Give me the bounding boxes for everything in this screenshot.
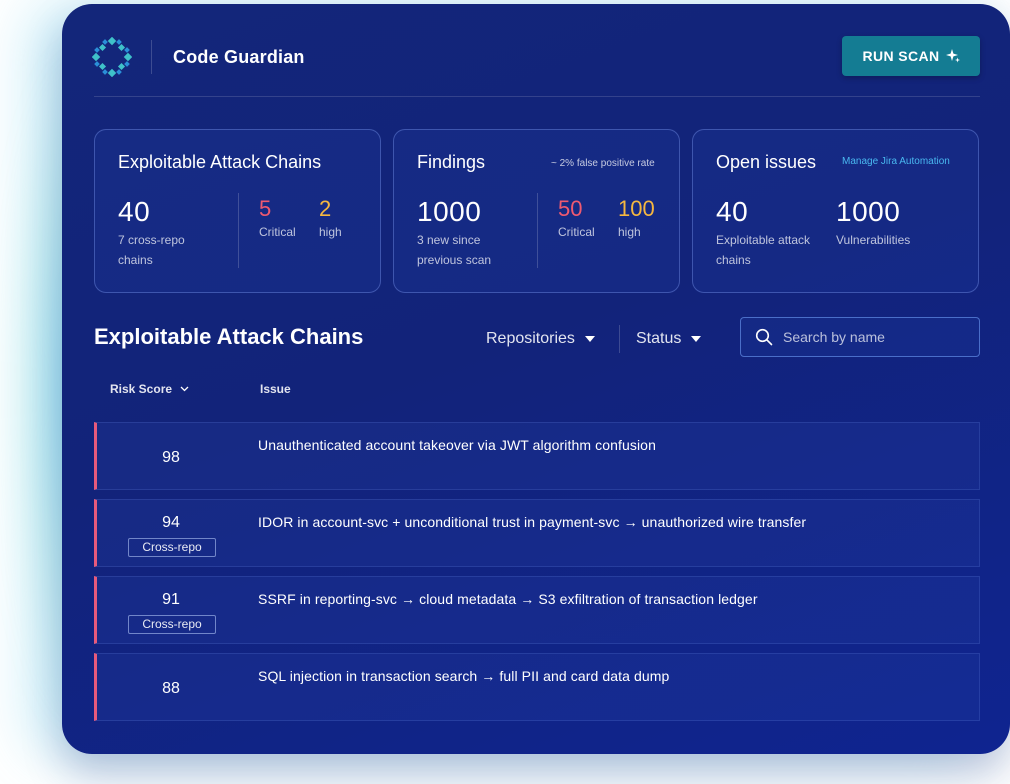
attack-chains-high-value: 2 (319, 196, 332, 221)
open-issues-sub-line2: chains (716, 253, 751, 267)
filter-divider (619, 325, 620, 353)
search-input[interactable] (783, 329, 963, 345)
findings-sub-line1: 3 new since (417, 233, 481, 247)
table-row[interactable]: 94 Cross-repo IDOR in account-svc + unco… (94, 499, 980, 567)
search-icon (755, 328, 773, 346)
attack-chains-sub-line2: chains (118, 253, 153, 267)
issue-title: SSRF in reporting-svc → cloud metadata →… (258, 591, 758, 607)
open-issues-chains-value: 40 (716, 196, 749, 227)
risk-score: 98 (162, 449, 180, 466)
attack-chains-subtext: 7 cross-repo chains (118, 230, 185, 270)
chevron-down-icon (691, 336, 702, 342)
run-scan-label: RUN SCAN (862, 48, 940, 64)
app-title: Code Guardian (173, 47, 305, 67)
section-title: Exploitable Attack Chains (94, 324, 364, 349)
attack-chains-total: 40 (118, 196, 151, 227)
findings-critical-label: Critical (558, 225, 595, 239)
risk-score: 88 (162, 680, 180, 697)
repositories-filter[interactable]: Repositories (486, 330, 595, 348)
risk-score: 94 (162, 514, 180, 531)
header-divider (151, 40, 152, 74)
attack-chains-sub-line1: 7 cross-repo (118, 233, 185, 247)
false-positive-note: ~ 2% false positive rate (551, 158, 655, 169)
manage-jira-link[interactable]: Manage Jira Automation (842, 156, 950, 167)
table-row[interactable]: 91 Cross-repo SSRF in reporting-svc → cl… (94, 576, 980, 644)
findings-total: 1000 (417, 196, 482, 227)
sort-chevron-icon (180, 386, 189, 392)
issue-title: IDOR in account-svc + unconditional trus… (258, 514, 807, 530)
header-rule (94, 96, 980, 97)
sparkle-icon (945, 49, 960, 63)
attack-chains-card: Exploitable Attack Chains 40 7 cross-rep… (94, 129, 381, 293)
diamond-logo-icon (92, 37, 132, 77)
findings-sub-line2: previous scan (417, 253, 492, 267)
findings-title: Findings (417, 152, 486, 172)
issue-column-header: Issue (260, 382, 291, 396)
run-scan-button[interactable]: RUN SCAN (842, 36, 980, 76)
open-issues-chains-subtext: Exploitable attack chains (716, 230, 810, 270)
attack-chains-critical-label: Critical (259, 225, 296, 239)
app-window: Code Guardian RUN SCAN Exploitable Attac… (62, 4, 1010, 754)
risk-score-column-header[interactable]: Risk Score (110, 382, 189, 396)
findings-card: Findings ~ 2% false positive rate 1000 3… (393, 129, 680, 293)
findings-high-label: high (618, 225, 641, 239)
issue-title: SQL injection in transaction search → fu… (258, 668, 670, 684)
chevron-down-icon (584, 336, 595, 342)
cross-repo-badge: Cross-repo (128, 615, 216, 634)
issue-title: Unauthenticated account takeover via JWT… (258, 437, 656, 453)
stat-divider (537, 193, 538, 268)
open-issues-sub-line1: Exploitable attack (716, 233, 811, 247)
attack-chains-critical-value: 5 (259, 196, 272, 221)
findings-critical-value: 50 (558, 196, 583, 221)
search-box[interactable] (740, 317, 980, 357)
open-issues-vuln-label: Vulnerabilities (836, 233, 911, 247)
open-issues-vuln-value: 1000 (836, 196, 901, 227)
findings-high-value: 100 (618, 196, 655, 221)
open-issues-card: Open issues Manage Jira Automation 40 Ex… (692, 129, 979, 293)
attack-chains-title: Exploitable Attack Chains (118, 152, 322, 172)
issue-header-label: Issue (260, 382, 291, 396)
stat-divider (238, 193, 239, 268)
attack-chains-high-label: high (319, 225, 342, 239)
risk-score-header-label: Risk Score (110, 382, 173, 396)
repositories-filter-label: Repositories (486, 330, 575, 347)
open-issues-title: Open issues (716, 152, 817, 172)
risk-score: 91 (162, 591, 180, 608)
status-filter-label: Status (636, 330, 682, 347)
cross-repo-badge: Cross-repo (128, 538, 216, 557)
table-row[interactable]: 98 Unauthenticated account takeover via … (94, 422, 980, 490)
table-row[interactable]: 88 SQL injection in transaction search →… (94, 653, 980, 721)
findings-subtext: 3 new since previous scan (417, 230, 491, 270)
status-filter[interactable]: Status (636, 330, 702, 348)
